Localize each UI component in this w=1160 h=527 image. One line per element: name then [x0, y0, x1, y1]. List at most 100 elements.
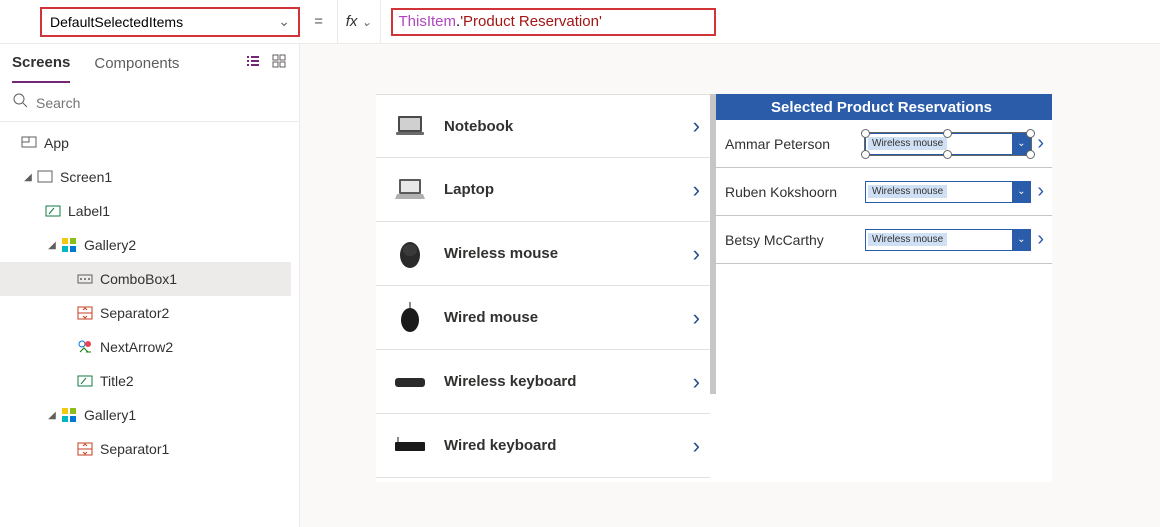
tree-item-separator2[interactable]: Separator2 — [0, 296, 291, 330]
product-row[interactable]: Wired keyboard › — [376, 414, 710, 478]
selection-handle[interactable] — [1026, 129, 1035, 138]
reservation-name: Betsy McCarthy — [725, 232, 865, 248]
product-image-laptop — [390, 170, 430, 210]
chevron-right-icon: › — [693, 241, 700, 267]
tree-item-label: Title2 — [100, 373, 134, 389]
product-image-wireless-mouse — [390, 234, 430, 274]
property-dropdown[interactable]: DefaultSelectedItems ⌄ — [40, 7, 300, 37]
selection-handle[interactable] — [1026, 150, 1035, 159]
reservation-combobox[interactable]: Wireless mouse ⌄ — [865, 229, 1031, 251]
equals-label: = — [314, 13, 323, 30]
property-name: DefaultSelectedItems — [50, 14, 183, 30]
product-row[interactable]: Wireless mouse › — [376, 222, 710, 286]
chevron-down-icon: ⌄ — [278, 13, 290, 30]
icon-control-icon — [76, 338, 94, 356]
app-preview: Notebook › Laptop › Wireless mouse › Wir… — [376, 94, 1052, 482]
reservations-header: Selected Product Reservations — [711, 94, 1052, 120]
selection-handle[interactable] — [861, 129, 870, 138]
chevron-right-icon[interactable]: › — [1037, 228, 1044, 251]
formula-token-thisitem: ThisItem — [399, 13, 457, 30]
selection-handle[interactable] — [861, 150, 870, 159]
tab-components[interactable]: Components — [94, 44, 179, 83]
tree-item-label1[interactable]: Label1 — [0, 194, 291, 228]
tree-item-nextarrow2[interactable]: NextArrow2 — [0, 330, 291, 364]
product-row[interactable]: Laptop › — [376, 158, 710, 222]
separator-icon — [76, 304, 94, 322]
reservations-header-label: Selected Product Reservations — [771, 99, 992, 116]
formula-token-string: 'Product Reservation' — [460, 13, 602, 30]
products-scrollbar[interactable] — [710, 94, 716, 394]
chevron-right-icon: › — [693, 305, 700, 331]
tab-screens-label: Screens — [12, 54, 70, 71]
tree-item-label: NextArrow2 — [100, 339, 173, 355]
product-name: Wired keyboard — [444, 437, 693, 454]
tree-view-panel: Screens Components App ◢ Screen1 Label1 — [0, 44, 300, 527]
gallery-icon — [60, 406, 78, 424]
separator-icon — [76, 440, 94, 458]
tree-item-gallery2[interactable]: ◢ Gallery2 — [0, 228, 291, 262]
screen-icon — [36, 168, 54, 186]
collapse-icon[interactable]: ◢ — [44, 240, 60, 251]
product-image-wireless-keyboard — [390, 362, 430, 402]
label-icon — [44, 202, 62, 220]
chevron-down-icon[interactable]: ⌄ — [1012, 182, 1030, 202]
product-name: Laptop — [444, 181, 693, 198]
chevron-right-icon: › — [693, 113, 700, 139]
tree-item-screen1[interactable]: ◢ Screen1 — [0, 160, 291, 194]
tree-item-app[interactable]: App — [0, 126, 291, 160]
product-image-notebook — [390, 106, 430, 146]
products-gallery: Notebook › Laptop › Wireless mouse › Wir… — [376, 94, 711, 482]
app-icon — [20, 134, 38, 152]
combobox-icon — [76, 270, 94, 288]
chevron-right-icon: › — [693, 177, 700, 203]
fx-button[interactable]: fx ⌄ — [337, 0, 381, 43]
label-icon — [76, 372, 94, 390]
search-icon — [12, 92, 28, 113]
tree-item-label: Separator1 — [100, 441, 169, 457]
chevron-right-icon: › — [693, 433, 700, 459]
reservation-row[interactable]: Betsy McCarthy Wireless mouse ⌄ › — [711, 216, 1052, 264]
tab-components-label: Components — [94, 55, 179, 72]
chevron-down-icon: ⌄ — [361, 15, 371, 29]
selection-handle[interactable] — [943, 150, 952, 159]
chevron-right-icon[interactable]: › — [1037, 180, 1044, 203]
grid-view-icon[interactable] — [271, 53, 287, 74]
tree-item-combobox1[interactable]: ComboBox1 — [0, 262, 291, 296]
tree-item-gallery1[interactable]: ◢ Gallery1 — [0, 398, 291, 432]
product-name: Wireless mouse — [444, 245, 693, 262]
collapse-icon[interactable]: ◢ — [44, 410, 60, 421]
tree-view: App ◢ Screen1 Label1 ◢ Gallery2 ComboBox… — [0, 122, 291, 527]
panel-tabs: Screens Components — [0, 44, 299, 84]
tree-item-label: Gallery1 — [84, 407, 136, 423]
product-row[interactable]: Notebook › — [376, 94, 710, 158]
reservation-name: Ammar Peterson — [725, 136, 865, 152]
fx-label: fx — [346, 13, 358, 30]
list-view-icon[interactable] — [245, 53, 261, 74]
chevron-right-icon: › — [693, 369, 700, 395]
reservation-combobox[interactable]: Wireless mouse ⌄ — [865, 133, 1031, 155]
reservation-combobox[interactable]: Wireless mouse ⌄ — [865, 181, 1031, 203]
tree-item-title2[interactable]: Title2 — [0, 364, 291, 398]
tab-screens[interactable]: Screens — [12, 44, 70, 83]
canvas-area: Notebook › Laptop › Wireless mouse › Wir… — [300, 44, 1160, 527]
gallery-icon — [60, 236, 78, 254]
search-input[interactable] — [36, 95, 287, 111]
reservation-row[interactable]: Ruben Kokshoorn Wireless mouse ⌄ › — [711, 168, 1052, 216]
reservation-row[interactable]: Ammar Peterson Wireless mouse ⌄ › — [711, 120, 1052, 168]
tree-item-label: Gallery2 — [84, 237, 136, 253]
chevron-right-icon[interactable]: › — [1037, 132, 1044, 155]
tree-item-label: App — [44, 135, 69, 151]
product-name: Wired mouse — [444, 309, 693, 326]
search-row — [0, 84, 299, 122]
product-row[interactable]: Wireless keyboard › — [376, 350, 710, 414]
product-name: Notebook — [444, 118, 693, 135]
product-row[interactable]: Wired mouse › — [376, 286, 710, 350]
chevron-down-icon[interactable]: ⌄ — [1012, 230, 1030, 250]
tree-item-label: ComboBox1 — [100, 271, 177, 287]
tree-item-separator1[interactable]: Separator1 — [0, 432, 291, 466]
selection-handle[interactable] — [943, 129, 952, 138]
combobox-tag: Wireless mouse — [868, 137, 947, 150]
reservations-panel: Selected Product Reservations Ammar Pete… — [711, 94, 1052, 482]
collapse-icon[interactable]: ◢ — [20, 172, 36, 183]
formula-input[interactable]: ThisItem.'Product Reservation' — [391, 8, 716, 36]
